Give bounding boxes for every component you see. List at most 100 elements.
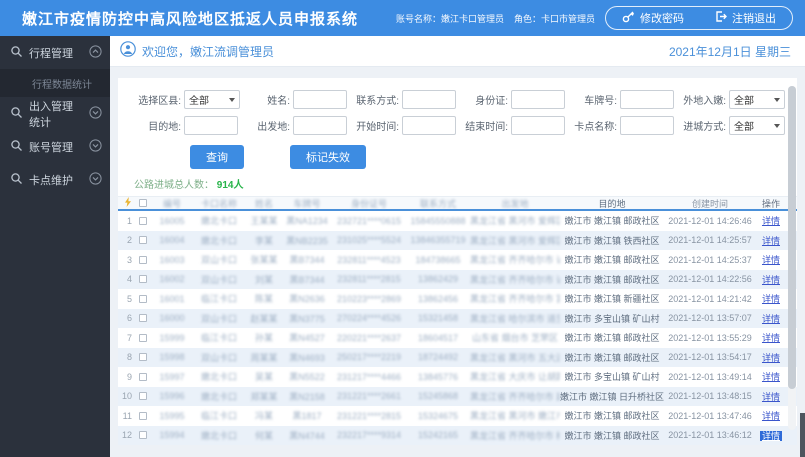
detail-link[interactable]: 详情	[762, 392, 780, 402]
cell-phone: 15245868	[417, 391, 459, 402]
chevron-up-icon	[89, 44, 102, 61]
row-checkbox[interactable]	[139, 392, 147, 401]
detail-link[interactable]: 详情	[762, 275, 780, 285]
top-bar: 嫩江市疫情防控中高风险地区抵返人员申报系统 账号名称：嫩江卡口管理员 角色：卡口…	[0, 0, 805, 36]
cell-destination: 嫩江市 嫩江镇 邮政社区	[564, 411, 660, 422]
sidebar-item-entry-exit-statistics[interactable]: 出入管理统计	[0, 97, 110, 130]
table-row[interactable]: 5 16001 临江卡口 陈某 黑N2636 210223****2869 13…	[118, 289, 797, 309]
cell-checkpoint: 嫩北卡口	[200, 372, 237, 383]
filter-destination: 目的地:	[136, 116, 245, 135]
table-row[interactable]: 10 15996 嫩北卡口 郑某某 黑N2158 231221****2661 …	[118, 386, 797, 406]
detail-link[interactable]: 详情	[762, 353, 780, 363]
row-checkbox[interactable]	[139, 294, 147, 303]
contact-input[interactable]	[402, 90, 456, 109]
cell-destination: 嫩江市 嫩江镇 邮政社区	[564, 216, 660, 227]
detail-link[interactable]: 详情	[762, 294, 780, 304]
district-select[interactable]: 全部	[184, 90, 240, 109]
query-button[interactable]: 查询	[190, 145, 244, 169]
detail-link[interactable]: 详情	[762, 216, 780, 226]
row-checkbox[interactable]	[139, 236, 147, 245]
row-checkbox[interactable]	[139, 333, 147, 342]
row-checkbox[interactable]	[139, 411, 147, 420]
cell-plate: 黑N3775	[289, 313, 325, 324]
cell-name: 郑某某	[250, 391, 278, 402]
cell-name: 何某	[254, 430, 273, 441]
detail-link[interactable]: 详情	[762, 333, 780, 343]
checkpoint-name-input[interactable]	[620, 116, 674, 135]
cell-id: 15999	[159, 332, 185, 343]
detail-link[interactable]: 详情	[762, 314, 780, 324]
sidebar-item-trip-management[interactable]: 行程管理	[0, 36, 110, 69]
destination-input[interactable]	[184, 116, 238, 135]
stats-line: 公路进城总人数： 914人	[118, 176, 797, 191]
cell-id: 16004	[159, 235, 185, 246]
page-scrollbar-thumb[interactable]	[800, 413, 805, 457]
plate-input[interactable]	[620, 90, 674, 109]
start-time-input[interactable]	[402, 116, 456, 135]
sidebar-item-account-management[interactable]: 账号管理	[0, 130, 110, 163]
detail-link[interactable]: 详情	[762, 236, 780, 246]
detail-link[interactable]: 详情	[762, 411, 780, 421]
table-row[interactable]: 3 16003 双山卡口 张某某 黑B7344 232811****4523 1…	[118, 250, 797, 270]
sidebar-item-checkpoint-maintenance[interactable]: 卡点维护	[0, 163, 110, 196]
content-card: 选择区县: 全部 姓名: 联系方式: 身份证: 车牌号: 外地入嫩: 全部 目的…	[118, 78, 797, 445]
row-number: 8	[126, 352, 132, 363]
row-checkbox[interactable]	[139, 372, 147, 381]
table-row[interactable]: 4 16002 双山卡口 刘某 黑B7344 232811****2815 13…	[118, 269, 797, 289]
table-row[interactable]: 8 15998 双山卡口 周某某 黑N4693 250217****2219 1…	[118, 347, 797, 367]
name-input[interactable]	[293, 90, 347, 109]
cell-plate: 黑NB2235	[286, 235, 328, 246]
logout-button[interactable]: 注销退出	[714, 10, 776, 26]
table-row[interactable]: 1 16005 嫩北卡口 王某某 黑NA1234 232721****0615 …	[118, 211, 797, 231]
cell-id-card: 232811****4523	[337, 254, 401, 265]
filter-start-time: 开始时间:	[354, 116, 463, 135]
filter-origin: 出发地:	[245, 116, 354, 135]
sidebar-item-trip-data-statistics[interactable]: 行程数据统计	[0, 69, 110, 97]
cell-created-time: 2021-12-01 14:25:37	[668, 254, 752, 265]
cell-checkpoint: 临江卡口	[200, 411, 237, 422]
id-card-input[interactable]	[511, 90, 565, 109]
topbar-right: 账号名称：嫩江卡口管理员 角色：卡口市管理员 修改密码 注销退出	[396, 6, 793, 30]
cell-plate: 黑N5522	[289, 372, 325, 383]
row-checkbox[interactable]	[139, 216, 147, 225]
filter-row-2: 目的地: 出发地: 开始时间: 结束时间: 卡点名称: 进城方式: 全部	[118, 116, 797, 135]
cell-plate: 黑N4693	[289, 352, 325, 363]
row-checkbox[interactable]	[139, 314, 147, 323]
header-destination: 目的地	[598, 198, 626, 209]
table-scrollbar-thumb[interactable]	[788, 86, 796, 389]
table-row[interactable]: 7 15999 临江卡口 孙某 黑N4527 220221****2637 18…	[118, 328, 797, 348]
cell-origin: 黑龙江省 齐齐哈尔市 富裕县	[470, 294, 560, 305]
entry-method-select[interactable]: 全部	[729, 116, 785, 135]
cell-destination: 嫩江市 多宝山镇 矿山村	[564, 372, 660, 383]
change-password-button[interactable]: 修改密码	[622, 10, 684, 26]
cell-checkpoint: 临江卡口	[200, 333, 237, 344]
row-checkbox[interactable]	[139, 255, 147, 264]
table-row[interactable]: 2 16004 嫩北卡口 李某 黑NB2235 231025****5524 1…	[118, 230, 797, 250]
detail-link[interactable]: 详情	[762, 372, 780, 382]
row-checkbox[interactable]	[139, 431, 147, 440]
action-buttons: 查询 标记失效	[118, 145, 797, 169]
header-id: 编号	[162, 198, 181, 209]
end-time-input[interactable]	[511, 116, 565, 135]
cell-id: 16002	[159, 274, 185, 285]
mark-invalid-button[interactable]: 标记失效	[290, 145, 366, 169]
row-checkbox[interactable]	[139, 275, 147, 284]
table-row[interactable]: 12 15994 嫩北卡口 何某 黑N4744 232217****9314 1…	[118, 425, 797, 445]
header-created-time: 创建时间	[691, 198, 728, 209]
cell-id-card: 270224****4526	[336, 313, 402, 324]
detail-link[interactable]: 详情	[762, 255, 780, 265]
select-all-checkbox[interactable]	[139, 199, 147, 207]
table-row[interactable]: 11 15995 临江卡口 冯某 黑1817 231221****2815 15…	[118, 406, 797, 426]
cell-checkpoint: 嫩北卡口	[200, 235, 237, 246]
row-checkbox[interactable]	[139, 353, 147, 362]
table-row[interactable]: 6 16000 双山卡口 赵某某 黑N3775 270224****4526 1…	[118, 308, 797, 328]
cell-phone: 184738665	[415, 254, 461, 265]
table-row[interactable]: 9 15997 嫩北卡口 吴某 黑N5522 231217****4466 13…	[118, 367, 797, 387]
outside-entry-select[interactable]: 全部	[729, 90, 785, 109]
detail-link[interactable]: 详情	[759, 430, 782, 441]
origin-input[interactable]	[293, 116, 347, 135]
header-name: 姓名	[254, 198, 273, 209]
cell-phone: 15242165	[417, 430, 459, 441]
cell-checkpoint: 双山卡口	[200, 255, 237, 266]
cell-plate: 黑B7344	[289, 274, 325, 285]
